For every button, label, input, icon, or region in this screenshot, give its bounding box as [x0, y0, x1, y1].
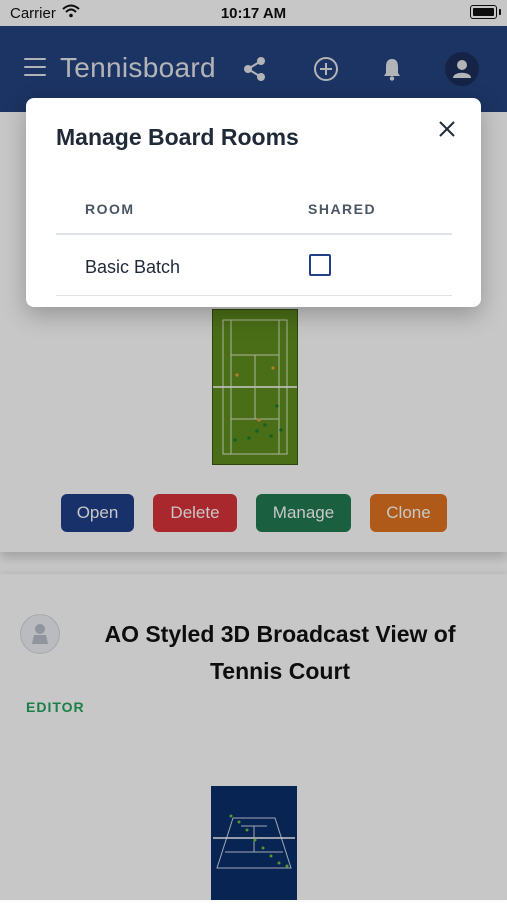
shared-checkbox[interactable]	[309, 254, 331, 276]
column-header-shared: SHARED	[308, 201, 377, 217]
room-name: Basic Batch	[85, 257, 181, 277]
manage-board-rooms-dialog: Manage Board Rooms ROOM SHARED Basic Bat…	[26, 98, 481, 307]
table-row-divider	[56, 295, 452, 296]
table-header-divider	[56, 233, 452, 235]
column-header-room: ROOM	[85, 201, 135, 217]
dialog-title: Manage Board Rooms	[56, 124, 299, 150]
close-icon[interactable]	[436, 118, 458, 140]
